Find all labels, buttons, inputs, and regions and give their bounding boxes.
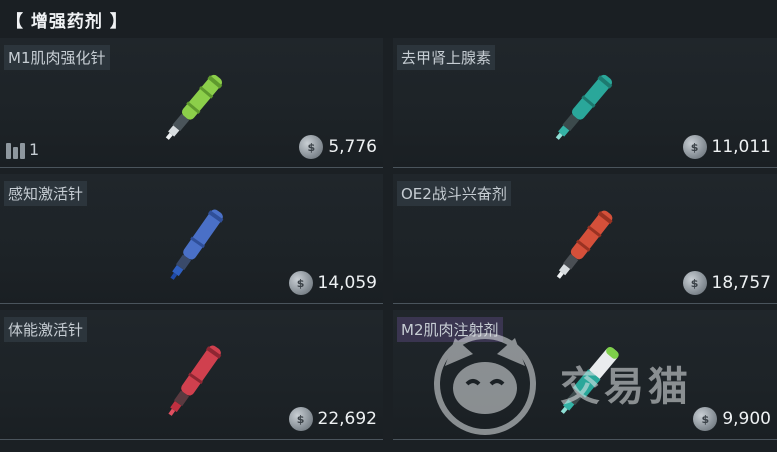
- item-name: 体能激活针: [4, 317, 88, 342]
- syringe-icon: [168, 345, 222, 416]
- item-grid: M1肌肉强化针 1 $ 5,776 去甲肾上腺素 $ 11,011 感知激活针 …: [0, 38, 777, 452]
- coin-icon: $: [288, 271, 313, 295]
- syringe-icon: [555, 74, 613, 140]
- item-card-stamina-activator[interactable]: 体能激活针 $ 22,692: [0, 310, 383, 440]
- item-count-value: 1: [29, 140, 40, 159]
- coin-icon: $: [682, 135, 707, 159]
- item-name: OE2战斗兴奋剂: [397, 181, 511, 206]
- item-price: $ 18,757: [682, 271, 771, 295]
- item-card-norepinephrine[interactable]: 去甲肾上腺素 $ 11,011: [393, 38, 777, 168]
- item-price-value: 14,059: [317, 273, 377, 293]
- section-header: 【 增强药剂 】: [0, 0, 777, 38]
- item-price: $ 14,059: [288, 271, 377, 295]
- item-card-perception-activator[interactable]: 感知激活针 $ 14,059: [0, 174, 383, 304]
- item-price-value: 5,776: [328, 137, 377, 157]
- item-count: 1: [6, 140, 39, 159]
- item-name: M2肌肉注射剂: [397, 317, 503, 342]
- coin-icon: $: [288, 407, 313, 431]
- item-price: $ 11,011: [682, 135, 771, 159]
- coin-icon: $: [299, 135, 324, 159]
- item-name: 去甲肾上腺素: [397, 45, 496, 70]
- coin-icon: $: [693, 407, 718, 431]
- syringe-icon: [556, 210, 613, 279]
- coin-icon: $: [682, 271, 707, 295]
- item-price: $ 9,900: [693, 407, 771, 431]
- syringe-icon: [560, 346, 619, 414]
- item-card-m1-muscle-booster[interactable]: M1肌肉强化针 1 $ 5,776: [0, 38, 383, 168]
- item-price-value: 9,900: [722, 409, 771, 429]
- syringe-icon: [170, 209, 224, 280]
- item-name: 感知激活针: [4, 181, 88, 206]
- item-price-value: 22,692: [317, 409, 377, 429]
- item-card-oe2-combat-stimulant[interactable]: OE2战斗兴奋剂 $ 18,757: [393, 174, 777, 304]
- item-price-value: 18,757: [711, 273, 771, 293]
- item-price: $ 5,776: [299, 135, 377, 159]
- item-name: M1肌肉强化针: [4, 45, 110, 70]
- item-price: $ 22,692: [288, 407, 377, 431]
- syringe-icon: [165, 74, 223, 140]
- item-card-m2-muscle-injection[interactable]: M2肌肉注射剂 $ 9,900: [393, 310, 777, 440]
- section-title: 【 增强药剂 】: [6, 12, 128, 32]
- item-price-value: 11,011: [711, 137, 771, 157]
- stack-icon: [6, 141, 26, 159]
